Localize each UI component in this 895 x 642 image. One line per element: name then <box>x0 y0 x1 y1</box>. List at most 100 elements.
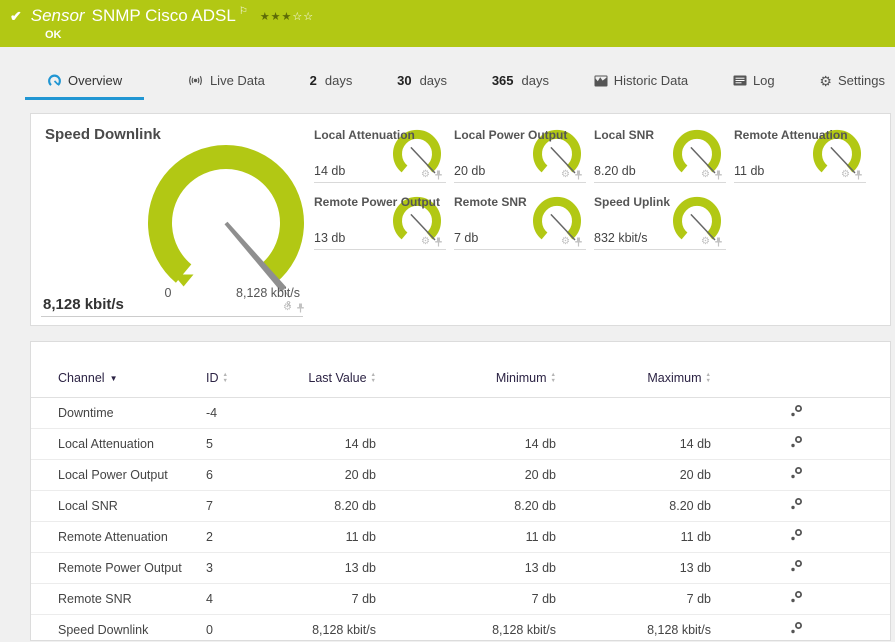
tab-log[interactable]: Log <box>731 65 777 100</box>
tab-bar: Overview Live Data 2 days 30 days 365 da… <box>0 47 895 100</box>
channel-value: 13 db <box>314 231 346 245</box>
tab-2-days[interactable]: 2 days <box>308 65 355 100</box>
cell-minimum: 8.20 db <box>376 490 556 522</box>
tab-365-days[interactable]: 365 days <box>490 65 551 100</box>
channel-value: 11 db <box>734 164 765 178</box>
tab-num: 2 <box>309 73 317 88</box>
main-gauge-value: 8,128 kbit/s <box>43 296 124 313</box>
cell-channel: Remote Attenuation <box>31 521 206 553</box>
status-badge: OK <box>45 29 62 41</box>
channel-settings-icon[interactable] <box>789 497 803 511</box>
tab-label: Historic Data <box>613 73 689 88</box>
channel-settings-icon[interactable] <box>789 590 803 604</box>
column-header-actions <box>711 362 831 398</box>
prtg-sensor-page: ✔ Sensor SNMP Cisco ADSL ⚐ ★★★☆☆ OK Over… <box>0 0 895 642</box>
cell-minimum: 13 db <box>376 552 556 584</box>
sort-icon: ▲ ▼ <box>705 371 711 384</box>
live-data-icon <box>189 75 202 86</box>
channel-value: 20 db <box>454 164 486 178</box>
tab-historic-data[interactable]: Historic Data <box>592 65 690 100</box>
tab-live-data[interactable]: Live Data <box>185 65 267 100</box>
cell-filler <box>831 614 890 640</box>
column-header-minimum[interactable]: Minimum ▲ ▼ <box>376 362 556 398</box>
channel-settings-icon[interactable] <box>789 435 803 449</box>
cell-maximum: 14 db <box>556 428 711 460</box>
sensor-header: ✔ Sensor SNMP Cisco ADSL ⚐ ★★★☆☆ OK <box>0 0 895 47</box>
cell-last-value: 8.20 db <box>304 490 376 522</box>
tab-30-days[interactable]: 30 days <box>395 65 449 100</box>
channel-title: Speed Uplink <box>594 195 671 209</box>
column-header-channel[interactable]: Channel ▼ <box>31 362 206 398</box>
cell-id: 7 <box>206 490 304 522</box>
cell-actions <box>711 583 831 615</box>
channel-settings-icon[interactable] <box>789 621 803 635</box>
chart-icon <box>594 75 608 86</box>
cell-channel: Downtime <box>31 397 206 429</box>
table-row: Local Power Output 6 20 db 20 db 20 db <box>31 459 890 491</box>
table-row: Remote Power Output 3 13 db 13 db 13 db <box>31 552 890 584</box>
cell-last-value <box>304 397 376 429</box>
cell-channel: Local Power Output <box>31 459 206 491</box>
priority-stars[interactable]: ★★★☆☆ <box>260 10 314 23</box>
cell-maximum: 20 db <box>556 459 711 491</box>
tab-label: Log <box>752 73 775 88</box>
status-check-icon: ✔ <box>10 7 22 24</box>
object-kind-label: Sensor <box>30 6 85 25</box>
cell-last-value: 11 db <box>304 521 376 553</box>
channel-settings-icon[interactable] <box>789 404 803 418</box>
column-label: Channel <box>58 371 105 385</box>
tab-num: 30 <box>397 73 412 88</box>
cell-maximum <box>556 397 711 429</box>
table-row: Speed Downlink 0 8,128 kbit/s 8,128 kbit… <box>31 614 890 640</box>
tab-label: Settings <box>837 73 885 88</box>
channel-settings-icon[interactable] <box>789 466 803 480</box>
cell-last-value: 8,128 kbit/s <box>304 614 376 640</box>
channel-settings-icon[interactable] <box>789 528 803 542</box>
tab-overview[interactable]: Overview <box>25 65 145 100</box>
tab-label: days <box>419 73 448 88</box>
stars-empty-icon[interactable]: ☆☆ <box>292 11 314 23</box>
cell-minimum: 8,128 kbit/s <box>376 614 556 640</box>
channel-title: Local Power Output <box>454 128 568 142</box>
gauge-cell-local-power-output: Local Power Output 20 db ⚙ <box>454 126 586 183</box>
gauges-panel: Speed Downlink x̄ 0 8,128 kbit/s 8,128 k… <box>30 113 891 326</box>
stars-filled-icon[interactable]: ★★★ <box>260 11 293 23</box>
cell-id: 0 <box>206 614 304 640</box>
gauge-cell-remote-power-output: Remote Power Output 13 db ⚙ <box>314 193 446 250</box>
channels-table-panel: Channel ▼ ID ▲ ▼ Last Value ▲ ▼ Minimum ▲ ▼ Max… <box>30 341 891 641</box>
pin-icon[interactable] <box>296 303 305 313</box>
cell-actions <box>711 521 831 553</box>
gauge-scale-min: 0 <box>164 286 172 300</box>
cell-maximum: 11 db <box>556 521 711 553</box>
tab-settings[interactable]: ⚙ Settings <box>817 65 887 100</box>
cell-filler <box>831 490 890 522</box>
speed-downlink-gauge: x̄ <box>148 145 304 309</box>
gear-icon[interactable]: ⚙ <box>283 303 292 313</box>
gauge-cell-local-attenuation: Local Attenuation 14 db ⚙ <box>314 126 446 183</box>
table-header-row: Channel ▼ ID ▲ ▼ Last Value ▲ ▼ Minimum ▲ ▼ Max… <box>31 362 890 398</box>
column-header-last-value[interactable]: Last Value ▲ ▼ <box>304 362 376 398</box>
divider <box>41 316 303 317</box>
cell-actions <box>711 428 831 460</box>
column-header-id[interactable]: ID ▲ ▼ <box>206 362 304 398</box>
cell-minimum: 7 db <box>376 583 556 615</box>
column-header-filler <box>831 362 890 398</box>
tab-label: Live Data <box>209 73 265 88</box>
channel-title: Local Attenuation <box>314 128 415 142</box>
cell-id: -4 <box>206 397 304 429</box>
channel-value: 832 kbit/s <box>594 231 648 245</box>
channel-settings-icon[interactable] <box>789 559 803 573</box>
gauge-cell-speed-uplink: Speed Uplink 832 kbit/s ⚙ <box>594 193 726 250</box>
channel-title: Local SNR <box>594 128 655 142</box>
sort-desc-icon: ▼ <box>109 374 118 383</box>
settings-gear-icon: ⚙ <box>819 72 832 89</box>
cell-filler <box>831 428 890 460</box>
cell-id: 5 <box>206 428 304 460</box>
column-header-maximum[interactable]: Maximum ▲ ▼ <box>556 362 711 398</box>
flag-icon[interactable]: ⚐ <box>239 6 248 17</box>
table-row: Downtime -4 <box>31 397 890 429</box>
cell-minimum <box>376 397 556 429</box>
channel-title: Remote SNR <box>454 195 527 209</box>
cell-maximum: 8,128 kbit/s <box>556 614 711 640</box>
cell-minimum: 20 db <box>376 459 556 491</box>
